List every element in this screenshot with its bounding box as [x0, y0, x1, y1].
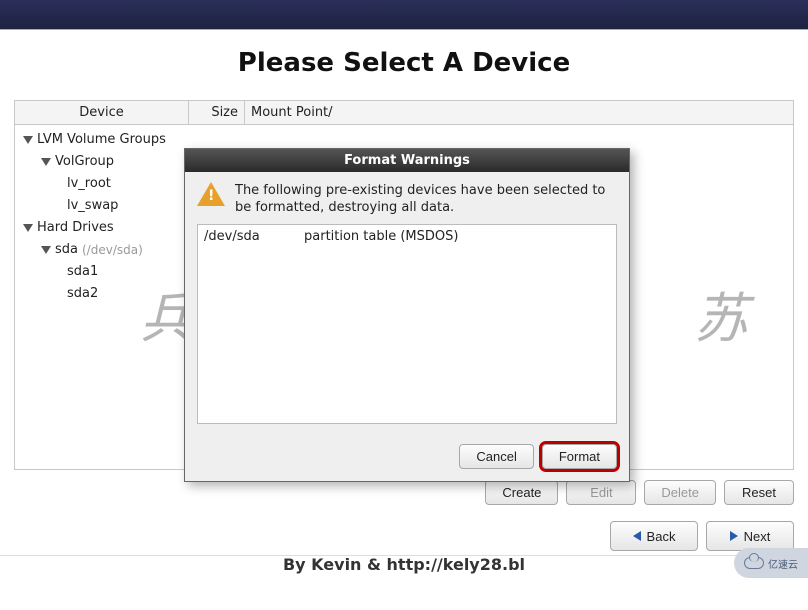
arrow-left-icon: [633, 531, 641, 541]
chevron-down-icon: [23, 136, 33, 144]
dialog-actions: Cancel Format: [185, 444, 629, 481]
col-mount[interactable]: Mount Point/: [245, 101, 793, 124]
credit-text: By Kevin & http://kely28.bl: [0, 555, 808, 574]
edit-button: Edit: [566, 480, 636, 505]
tree-label: LVM Volume Groups: [37, 129, 166, 151]
dialog-message: The following pre-existing devices have …: [235, 182, 617, 216]
col-size[interactable]: Size: [189, 101, 245, 124]
format-button[interactable]: Format: [542, 444, 617, 469]
tree-label: VolGroup: [55, 151, 114, 173]
delete-button: Delete: [644, 480, 716, 505]
dialog-title: Format Warnings: [185, 149, 629, 172]
tree-label: sda1: [67, 261, 98, 283]
create-button[interactable]: Create: [485, 480, 558, 505]
next-button[interactable]: Next: [706, 521, 794, 551]
page-title: Please Select A Device: [0, 30, 808, 100]
dialog-body: The following pre-existing devices have …: [185, 172, 629, 444]
format-warnings-dialog: Format Warnings The following pre-existi…: [184, 148, 630, 482]
tree-label: lv_swap: [67, 195, 118, 217]
back-label: Back: [647, 529, 676, 544]
tree-label: Hard Drives: [37, 217, 114, 239]
chevron-down-icon: [23, 224, 33, 232]
cancel-button[interactable]: Cancel: [459, 444, 533, 469]
dialog-device-list: /dev/sda partition table (MSDOS): [197, 224, 617, 424]
column-headers: Device Size Mount Point/: [15, 101, 793, 125]
list-dev: /dev/sda: [204, 229, 304, 244]
next-label: Next: [744, 529, 771, 544]
list-item[interactable]: /dev/sda partition table (MSDOS): [204, 229, 610, 244]
top-bar: [0, 0, 808, 30]
page: Please Select A Device Device Size Mount…: [0, 30, 808, 610]
chevron-down-icon: [41, 158, 51, 166]
tree-sda-path: (/dev/sda): [82, 239, 143, 261]
tree-label: sda2: [67, 283, 98, 305]
chevron-down-icon: [41, 246, 51, 254]
nav-row: Back Next: [0, 515, 808, 551]
reset-button[interactable]: Reset: [724, 480, 794, 505]
list-desc: partition table (MSDOS): [304, 229, 458, 244]
warning-icon: [197, 182, 225, 216]
col-device[interactable]: Device: [15, 101, 189, 124]
dialog-warning-row: The following pre-existing devices have …: [197, 182, 617, 216]
tree-label: sda: [55, 239, 78, 261]
back-button[interactable]: Back: [610, 521, 698, 551]
tree-label: lv_root: [67, 173, 111, 195]
arrow-right-icon: [730, 531, 738, 541]
